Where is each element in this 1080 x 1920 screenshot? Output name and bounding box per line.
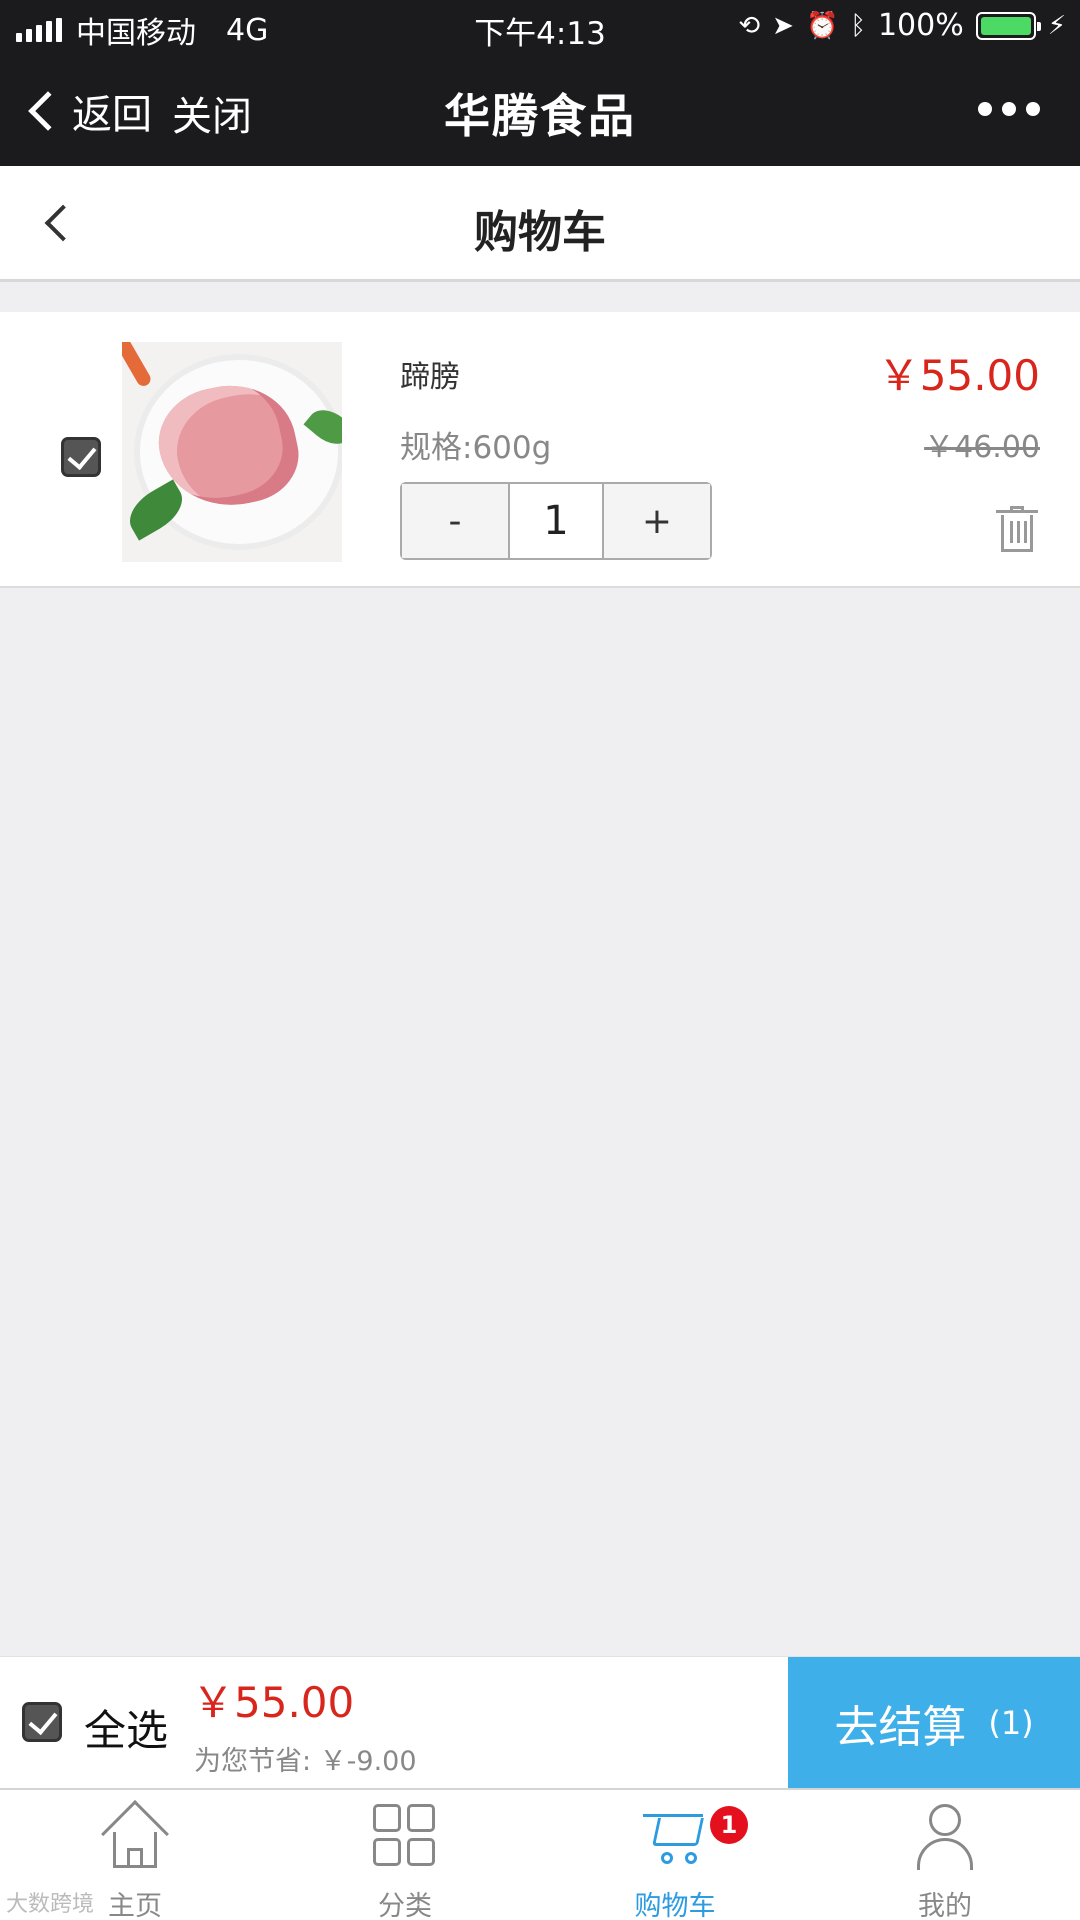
savings-text: 为您节省: ￥-9.00 <box>194 1746 417 1777</box>
product-image[interactable] <box>122 342 342 562</box>
tab-bar: 主页 分类 购物车 我的 <box>0 1788 1080 1920</box>
tab-label: 分类 <box>378 1891 432 1920</box>
bluetooth-icon: ᛒ <box>850 10 866 41</box>
tab-profile[interactable]: 我的 <box>810 1790 1080 1920</box>
watermark: 大数跨境 <box>6 1892 95 1917</box>
charging-icon: ⚡ <box>1047 10 1066 41</box>
more-menu-button[interactable] <box>978 102 1040 116</box>
quantity-stepper: - 1 + <box>400 482 712 560</box>
user-icon <box>913 1804 977 1870</box>
increase-button[interactable]: + <box>604 484 710 558</box>
product-spec: 规格:600g <box>400 430 552 466</box>
app-title: 华腾食品 <box>444 89 636 143</box>
select-all-label[interactable]: 全选 <box>84 1697 168 1758</box>
trash-icon[interactable] <box>996 506 1038 552</box>
location-icon: ➤ <box>772 10 794 41</box>
lock-rotation-icon: ⟲ <box>738 10 761 41</box>
cart-icon <box>643 1804 707 1868</box>
cart-item: 蹄膀 规格:600g ￥55.00 ￥46.00 - 1 + <box>0 312 1080 588</box>
wechat-nav-bar: 返回 关闭 华腾食品 <box>0 60 1080 164</box>
product-name[interactable]: 蹄膀 <box>400 352 460 396</box>
tab-label: 购物车 <box>634 1891 716 1920</box>
grid-icon <box>373 1804 437 1868</box>
total-price: ￥55.00 <box>192 1678 355 1727</box>
decrease-button[interactable]: - <box>402 484 508 558</box>
original-price: ￥46.00 <box>924 430 1040 465</box>
tab-cart[interactable]: 购物车 <box>540 1790 810 1920</box>
status-bar: 中国移动 4G 下午4:13 ⟲ ➤ ⏰ ᛒ 100% ⚡ <box>0 0 1080 54</box>
top-bar: 中国移动 4G 下午4:13 ⟲ ➤ ⏰ ᛒ 100% ⚡ 返回 关闭 华腾食品 <box>0 0 1080 166</box>
checkout-bar: 全选 ￥55.00 为您节省: ￥-9.00 去结算 (1) <box>0 1656 1080 1789</box>
checkout-count: (1) <box>988 1704 1034 1742</box>
quantity-value[interactable]: 1 <box>508 484 604 558</box>
more-dots-icon <box>978 102 992 116</box>
page-title: 购物车 <box>474 207 606 258</box>
product-price: ￥55.00 <box>877 351 1040 400</box>
battery-percent: 100% <box>877 8 964 43</box>
page-header: 购物车 <box>0 166 1080 282</box>
home-icon <box>101 1800 169 1868</box>
item-checkbox[interactable] <box>61 437 101 477</box>
battery-icon <box>975 11 1041 40</box>
checkout-label: 去结算 <box>834 1702 967 1753</box>
tab-label: 我的 <box>918 1891 972 1920</box>
tab-category[interactable]: 分类 <box>270 1790 540 1920</box>
checkout-button[interactable]: 去结算 (1) <box>788 1657 1080 1789</box>
select-all-checkbox[interactable] <box>22 1702 62 1742</box>
cart-count-badge: 1 <box>710 1806 748 1844</box>
alarm-icon: ⏰ <box>805 10 839 41</box>
